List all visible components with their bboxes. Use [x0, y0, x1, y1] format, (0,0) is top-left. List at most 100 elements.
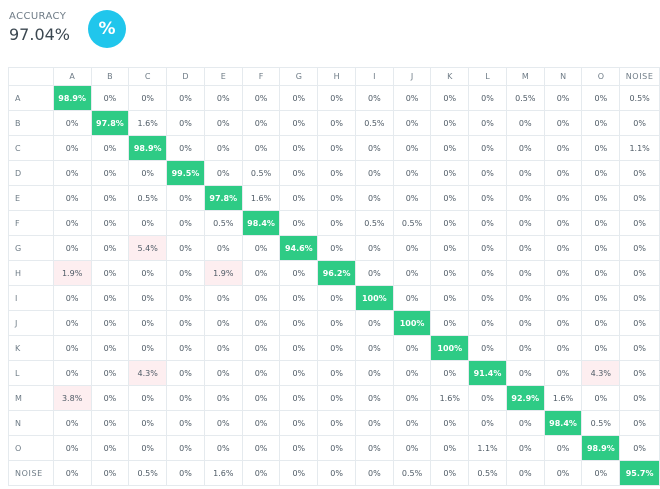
matrix-cell: 0%	[203, 435, 243, 461]
matrix-cell: 1.9%	[203, 260, 243, 286]
matrix-cell: 0%	[166, 210, 205, 236]
matrix-cell: 0%	[241, 360, 281, 386]
matrix-cell: 0%	[279, 335, 319, 361]
matrix-cell: 0%	[279, 410, 319, 436]
matrix-cell: 0%	[355, 235, 394, 261]
matrix-cell: 0%	[241, 435, 281, 461]
matrix-cell: 0%	[468, 260, 507, 286]
matrix-cell: 0.5%	[355, 110, 394, 136]
matrix-cell: 0%	[430, 360, 470, 386]
correct-prediction-cell: 98.9%	[128, 135, 168, 161]
table-row: E 0% 0% 0.5% 0% 97.8% 1.6% 0% 0% 0% 0% 0% 0% 0% 0% 0% 0%	[8, 185, 660, 211]
matrix-cell: 0%	[619, 260, 660, 286]
matrix-cell: 0%	[279, 160, 319, 186]
matrix-cell: 0%	[203, 385, 243, 411]
matrix-cell: 0%	[392, 185, 432, 211]
matrix-cell: 0%	[90, 460, 130, 486]
matrix-cell: 0%	[468, 310, 507, 336]
matrix-cell: 0%	[90, 210, 130, 236]
table-row: B 0% 97.8% 1.6% 0% 0% 0% 0% 0% 0.5% 0% 0% 0% 0% 0% 0% 0%	[8, 110, 660, 136]
matrix-cell: 0%	[468, 85, 507, 111]
matrix-cell: 0%	[166, 185, 205, 211]
correct-prediction-cell: 92.9%	[505, 385, 545, 411]
matrix-cell: 0%	[52, 410, 92, 436]
matrix-cell: 0.5%	[128, 460, 168, 486]
column-header: J	[392, 67, 432, 86]
correct-prediction-cell: 91.4%	[468, 360, 507, 386]
matrix-cell: 0%	[317, 310, 356, 336]
matrix-cell: 0.5%	[468, 460, 507, 486]
matrix-cell: 0%	[52, 335, 92, 361]
matrix-cell: 0%	[317, 435, 356, 461]
matrix-cell: 0%	[355, 310, 394, 336]
row-header: H	[8, 260, 54, 286]
matrix-cell: 0%	[468, 160, 507, 186]
matrix-cell: 0%	[581, 160, 621, 186]
matrix-cell: 0%	[279, 85, 319, 111]
matrix-cell: 0%	[166, 410, 205, 436]
matrix-cell: 0%	[505, 360, 545, 386]
accuracy-value: 97.04%	[9, 25, 71, 44]
matrix-cell: 0%	[430, 260, 470, 286]
matrix-cell: 0%	[203, 135, 243, 161]
matrix-cell: 0%	[505, 135, 545, 161]
matrix-cell: 0%	[581, 335, 621, 361]
row-header: A	[8, 85, 54, 111]
matrix-cell: 0%	[203, 110, 243, 136]
matrix-cell: 0.5%	[392, 210, 432, 236]
matrix-cell: 0%	[355, 135, 394, 161]
matrix-cell: 0%	[392, 110, 432, 136]
column-header: F	[241, 67, 281, 86]
matrix-cell: 0%	[166, 460, 205, 486]
matrix-cell: 0%	[619, 285, 660, 311]
matrix-cell: 0%	[392, 410, 432, 436]
matrix-cell: 0%	[581, 210, 621, 236]
column-header: G	[279, 67, 319, 86]
matrix-cell: 0%	[355, 410, 394, 436]
matrix-cell: 0%	[543, 285, 583, 311]
matrix-cell: 0%	[317, 185, 356, 211]
matrix-cell: 0%	[505, 460, 545, 486]
matrix-cell: 0%	[543, 110, 583, 136]
matrix-cell: 0%	[128, 335, 168, 361]
matrix-cell: 0%	[355, 460, 394, 486]
correct-prediction-cell: 100%	[392, 310, 432, 336]
matrix-cell: 0%	[317, 385, 356, 411]
matrix-cell: 0%	[241, 110, 281, 136]
matrix-cell: 0%	[241, 335, 281, 361]
correct-prediction-cell: 98.9%	[52, 85, 92, 111]
matrix-cell: 0%	[468, 410, 507, 436]
row-header: E	[8, 185, 54, 211]
matrix-cell: 0%	[241, 285, 281, 311]
matrix-cell: 0%	[166, 285, 205, 311]
matrix-cell: 0%	[619, 385, 660, 411]
matrix-cell: 0%	[279, 385, 319, 411]
matrix-cell: 0%	[468, 185, 507, 211]
column-header: K	[430, 67, 470, 86]
table-row: N 0% 0% 0% 0% 0% 0% 0% 0% 0% 0% 0% 0% 0% 98.4% 0.5% 0%	[8, 410, 660, 436]
matrix-cell: 0%	[166, 435, 205, 461]
table-row: L 0% 0% 4.3% 0% 0% 0% 0% 0% 0% 0% 0% 91.4% 0% 0% 4.3% 0%	[8, 360, 660, 386]
matrix-cell: 1.6%	[203, 460, 243, 486]
matrix-cell: 0%	[52, 460, 92, 486]
matrix-cell: 1.6%	[128, 110, 168, 136]
matrix-cell: 0%	[355, 185, 394, 211]
correct-prediction-cell: 98.9%	[581, 435, 621, 461]
column-header: O	[581, 67, 621, 86]
matrix-cell: 0%	[166, 385, 205, 411]
matrix-cell: 0%	[52, 110, 92, 136]
matrix-cell: 0%	[430, 110, 470, 136]
matrix-cell: 0%	[543, 210, 583, 236]
matrix-cell: 0%	[619, 410, 660, 436]
matrix-cell: 0%	[317, 110, 356, 136]
table-row: J 0% 0% 0% 0% 0% 0% 0% 0% 0% 100% 0% 0% 0% 0% 0% 0%	[8, 310, 660, 336]
matrix-cell: 0.5%	[619, 85, 660, 111]
matrix-cell: 0%	[392, 435, 432, 461]
matrix-cell: 1.6%	[241, 185, 281, 211]
matrix-cell: 0%	[90, 260, 130, 286]
table-row: D 0% 0% 0% 99.5% 0% 0.5% 0% 0% 0% 0% 0% 0% 0% 0% 0% 0%	[8, 160, 660, 186]
matrix-cell: 0%	[543, 260, 583, 286]
column-header: M	[505, 67, 545, 86]
matrix-cell: 0%	[90, 185, 130, 211]
matrix-cell: 0.5%	[241, 160, 281, 186]
